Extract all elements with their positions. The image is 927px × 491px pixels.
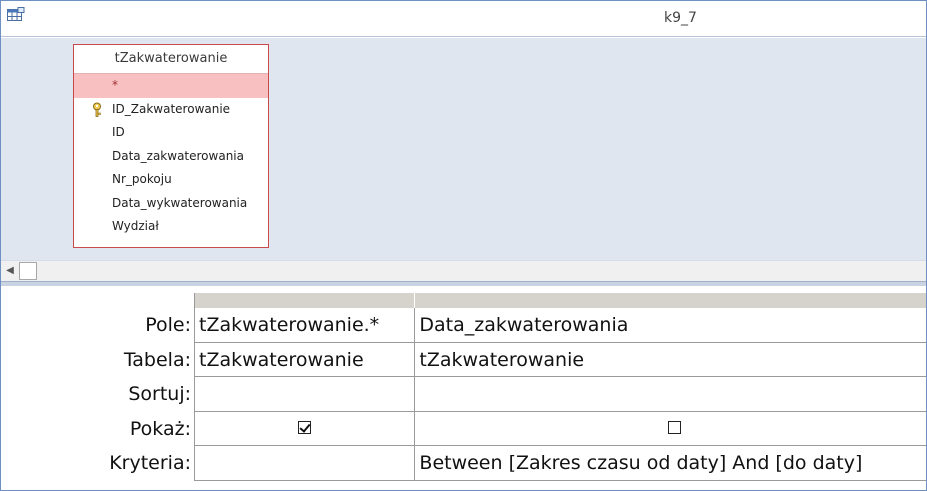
row-label-sort: Sortuj: [128,383,191,405]
field-label: * [112,78,118,92]
grid-row-criteria: Between [Zakres czasu od daty] And [do d… [195,446,926,481]
field-list-item-all[interactable]: * [74,74,268,98]
scroll-left-arrow-icon[interactable]: ◀ [3,263,17,279]
row-label-table: Tabela: [123,348,191,371]
field-list-item-id-zakwaterowanie[interactable]: ID_Zakwaterowanie [74,98,268,122]
sort-cell-2[interactable] [415,377,926,412]
document-title: k9_7 [664,10,697,26]
criteria-cell-2[interactable]: Between [Zakres czasu od daty] And [do d… [415,446,926,481]
row-label-criteria: Kryteria: [109,452,191,474]
field-list-item-nr-pokoju[interactable]: Nr_pokoju [74,168,268,192]
grid-row-show [195,411,926,446]
column-selector-1[interactable] [195,293,416,308]
table-cell-1[interactable]: tZakwaterowanie [195,342,416,377]
field-label: Wydział [112,219,159,233]
query-design-window: k9_7 tZakwaterowanie * ID_Zakwaterowanie… [0,0,927,491]
field-list-item-wydzial[interactable]: Wydział [74,215,268,239]
scrollbar-thumb[interactable] [19,262,37,280]
field-label: Data_wykwaterowania [112,195,248,210]
field-list-tzakwaterowanie[interactable]: tZakwaterowanie * ID_Zakwaterowanie ID D… [73,44,269,248]
show-cell-1 [195,411,416,446]
query-design-grid: tZakwaterowanie.* Data_zakwaterowania tZ… [194,293,926,481]
field-label: Nr_pokoju [112,172,172,186]
column-selector-2[interactable] [415,293,926,308]
field-list-item-data-zakwaterowania[interactable]: Data_zakwaterowania [74,145,268,169]
show-cell-2 [415,412,926,446]
grid-row-table: tZakwaterowanie tZakwaterowanie [195,342,926,377]
show-checkbox-1[interactable] [298,420,312,434]
primary-key-icon [91,102,103,118]
query-design-grid-area: Pole: Tabela: Sortuj: Pokaż: Kryteria: t… [1,286,926,490]
column-selector-bar [195,293,926,308]
row-label-show: Pokaż: [129,417,191,440]
field-cell-1[interactable]: tZakwaterowanie.* [195,308,416,343]
sort-cell-1[interactable] [195,377,416,412]
field-list-item-id[interactable]: ID [74,121,268,145]
field-label: ID [112,125,125,139]
grid-row-sort [195,377,926,412]
show-checkbox-2[interactable] [667,420,681,434]
table-design-pane[interactable]: tZakwaterowanie * ID_Zakwaterowanie ID D… [1,38,926,260]
grid-row-field: tZakwaterowanie.* Data_zakwaterowania [195,308,926,343]
horizontal-scrollbar[interactable]: ◀ [1,260,926,281]
field-cell-2[interactable]: Data_zakwaterowania [415,308,926,343]
field-list-title[interactable]: tZakwaterowanie [74,45,268,74]
table-cell-2[interactable]: tZakwaterowanie [415,343,926,377]
row-label-field: Pole: [145,314,191,336]
grid-row-labels: Pole: Tabela: Sortuj: Pokaż: Kryteria: [1,308,194,481]
field-list-item-data-wykwaterowania[interactable]: Data_wykwaterowania [74,192,268,216]
field-label: Data_zakwaterowania [112,148,244,163]
query-design-icon[interactable] [7,7,25,23]
criteria-cell-1[interactable] [195,446,416,481]
document-tab-bar: k9_7 [1,1,926,37]
field-label: ID_Zakwaterowanie [112,101,231,116]
